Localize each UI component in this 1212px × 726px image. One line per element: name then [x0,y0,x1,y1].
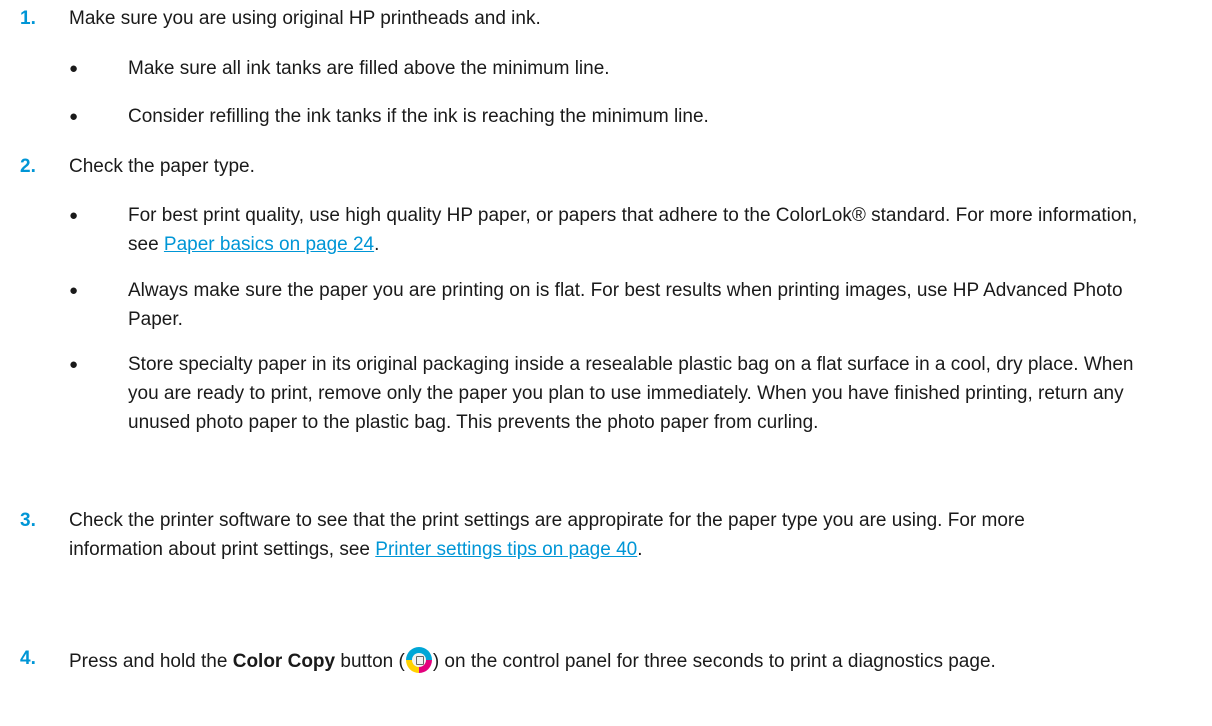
step-text: Check the paper type. [69,156,255,177]
bullet-text: Make sure all ink tanks are filled above… [128,58,610,79]
bullet-text: Always make sure the paper you are print… [128,280,1123,330]
paper-basics-link[interactable]: Paper basics on page 24 [164,234,374,255]
bullet-icon: ● [69,60,79,77]
step-number: 2. [20,156,36,177]
step-text: Check the printer software to see that t… [69,510,1025,560]
step-number: 1. [20,8,36,29]
color-copy-icon [405,647,432,673]
bullet-text: Consider refilling the ink tanks if the … [128,106,709,127]
bullet-icon: ● [69,282,79,299]
bullet-icon: ● [69,356,79,373]
step-number: 4. [20,648,36,669]
printer-settings-link[interactable]: Printer settings tips on page 40 [375,539,637,560]
color-copy-label: Color Copy [232,651,336,672]
step-number: 3. [20,510,36,531]
bullet-text: For best print quality, use high quality… [128,205,1138,255]
bullet-text: Store specialty paper in its original pa… [128,354,1134,433]
bullet-icon: ● [69,108,79,125]
bullet-icon: ● [69,207,79,224]
step-text: Press and hold the Color Copy button () … [69,644,1122,679]
step-text: Make sure you are using original HP prin… [69,8,541,29]
